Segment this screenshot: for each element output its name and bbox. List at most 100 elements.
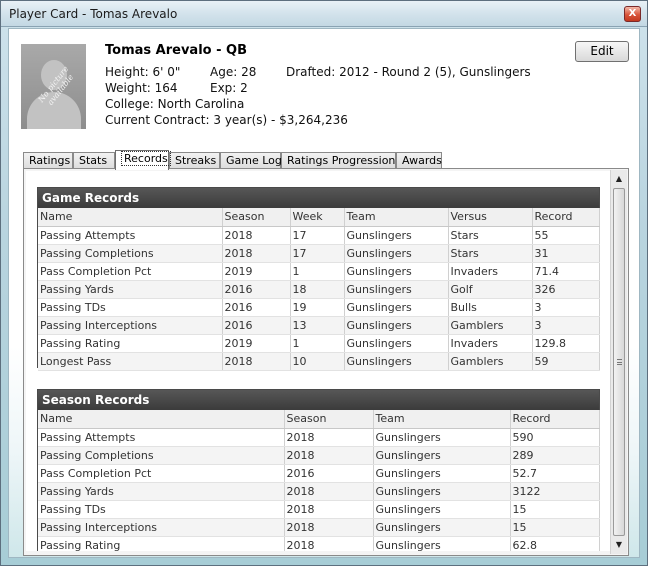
table-cell: 1 [290, 262, 345, 281]
table-cell: 31 [532, 244, 600, 263]
player-header: No picture available Tomas Arevalo - QB … [9, 29, 639, 143]
player-name: Tomas Arevalo - QB [105, 43, 247, 58]
table-cell: 52.7 [510, 464, 600, 483]
table-row[interactable]: Pass Completion Pct 2019 1 Gunslingers I… [38, 262, 600, 281]
table-row[interactable]: Passing TDs 2018 Gunslingers 15 [38, 500, 600, 519]
season-records-section: Season Records Name Season Team Record P… [37, 389, 600, 551]
table-cell: Passing Interceptions [38, 316, 223, 335]
column-header[interactable]: Season [284, 410, 374, 429]
table-cell: 17 [290, 226, 345, 245]
game-records-header-row: Name Season Week Team Versus Record [38, 208, 600, 227]
table-row[interactable]: Pass Completion Pct 2016 Gunslingers 52.… [38, 464, 600, 483]
table-cell: 590 [510, 428, 600, 447]
table-row[interactable]: Passing Interceptions 2018 Gunslingers 1… [38, 518, 600, 537]
table-cell: 55 [532, 226, 600, 245]
table-cell: Gamblers [448, 352, 533, 371]
column-header[interactable]: Team [344, 208, 449, 227]
scroll-thumb[interactable] [613, 188, 625, 536]
player-age: Age: 28 [210, 65, 257, 79]
table-cell: Gunslingers [344, 352, 449, 371]
tab-streaks[interactable]: Streaks [169, 152, 220, 169]
records-panel: Game Records Name Season Week Team Versu… [23, 168, 629, 556]
game-records-title: Game Records [38, 188, 599, 208]
table-cell: Gunslingers [373, 536, 511, 551]
table-cell: Stars [448, 226, 533, 245]
player-height: Height: 6' 0" [105, 65, 181, 79]
column-header[interactable]: Name [38, 410, 285, 429]
table-cell: 62.8 [510, 536, 600, 551]
table-row[interactable]: Passing Interceptions 2016 13 Gunslinger… [38, 316, 600, 335]
table-row[interactable]: Passing Completions 2018 17 Gunslingers … [38, 244, 600, 263]
close-button[interactable]: X [624, 6, 641, 22]
tab-stats[interactable]: Stats [73, 152, 115, 169]
table-cell: Invaders [448, 334, 533, 353]
records-scroll-area[interactable]: Game Records Name Season Week Team Versu… [26, 171, 610, 551]
tab-ratings[interactable]: Ratings [23, 152, 73, 169]
table-cell: Bulls [448, 298, 533, 317]
table-row[interactable]: Passing Attempts 2018 Gunslingers 590 [38, 428, 600, 447]
column-header[interactable]: Team [373, 410, 511, 429]
table-cell: 18 [290, 280, 345, 299]
table-cell: Pass Completion Pct [38, 464, 285, 483]
table-cell: Gunslingers [344, 226, 449, 245]
player-photo: No picture available [21, 44, 86, 129]
game-records-table: Name Season Week Team Versus Record Pass… [38, 208, 600, 371]
table-cell: Gunslingers [344, 298, 449, 317]
tab-ratings-progression[interactable]: Ratings Progression [281, 152, 396, 169]
column-header[interactable]: Season [222, 208, 291, 227]
column-header[interactable]: Name [38, 208, 223, 227]
table-cell: Golf [448, 280, 533, 299]
table-row[interactable]: Passing Rating 2019 1 Gunslingers Invade… [38, 334, 600, 353]
table-cell: 1 [290, 334, 345, 353]
player-contract: Current Contract: 3 year(s) - $3,264,236 [105, 113, 348, 127]
tab-awards[interactable]: Awards [396, 152, 442, 169]
table-cell: Gunslingers [344, 262, 449, 281]
table-cell: Gunslingers [373, 446, 511, 465]
table-cell: 15 [510, 500, 600, 519]
season-records-title: Season Records [38, 390, 599, 410]
column-header[interactable]: Record [510, 410, 600, 429]
table-cell: 129.8 [532, 334, 600, 353]
table-cell: 59 [532, 352, 600, 371]
table-cell: 3 [532, 316, 600, 335]
tab-game-log[interactable]: Game Log [220, 152, 282, 169]
edit-button[interactable]: Edit [575, 41, 629, 62]
table-cell: Pass Completion Pct [38, 262, 223, 281]
table-cell: 2016 [284, 464, 374, 483]
table-row[interactable]: Passing Rating 2018 Gunslingers 62.8 [38, 536, 600, 551]
column-header[interactable]: Week [290, 208, 345, 227]
grip-icon [617, 359, 622, 365]
table-cell: 2018 [222, 244, 291, 263]
table-cell: Passing Rating [38, 536, 285, 551]
table-cell: Gamblers [448, 316, 533, 335]
table-cell: Gunslingers [373, 482, 511, 501]
season-records-table: Name Season Team Record Passing Attempts… [38, 410, 600, 551]
tab-records[interactable]: Records [115, 150, 171, 170]
column-header[interactable]: Record [532, 208, 600, 227]
table-cell: 71.4 [532, 262, 600, 281]
player-experience: Exp: 2 [210, 81, 248, 95]
table-cell: 2016 [222, 280, 291, 299]
table-cell: 2018 [284, 518, 374, 537]
table-cell: 2016 [222, 316, 291, 335]
column-header[interactable]: Versus [448, 208, 533, 227]
table-cell: 2018 [284, 536, 374, 551]
table-cell: Gunslingers [373, 428, 511, 447]
table-cell: 17 [290, 244, 345, 263]
player-weight: Weight: 164 [105, 81, 178, 95]
scroll-down-icon[interactable]: ▼ [611, 537, 627, 553]
title-bar[interactable]: Player Card - Tomas Arevalo X [1, 1, 647, 27]
table-row[interactable]: Passing Attempts 2018 17 Gunslingers Sta… [38, 226, 600, 245]
table-row[interactable]: Passing Yards 2018 Gunslingers 3122 [38, 482, 600, 501]
table-row[interactable]: Passing TDs 2016 19 Gunslingers Bulls 3 [38, 298, 600, 317]
table-cell: Passing Completions [38, 244, 223, 263]
table-row[interactable]: Passing Completions 2018 Gunslingers 289 [38, 446, 600, 465]
scroll-up-icon[interactable]: ▲ [611, 171, 627, 187]
table-row[interactable]: Passing Yards 2016 18 Gunslingers Golf 3… [38, 280, 600, 299]
table-cell: 3122 [510, 482, 600, 501]
table-cell: 2018 [284, 428, 374, 447]
player-card-window: Player Card - Tomas Arevalo X No picture… [0, 0, 648, 566]
table-row[interactable]: Longest Pass 2018 10 Gunslingers Gambler… [38, 352, 600, 371]
table-cell: 13 [290, 316, 345, 335]
vertical-scrollbar[interactable]: ▲ ▼ [610, 170, 627, 554]
